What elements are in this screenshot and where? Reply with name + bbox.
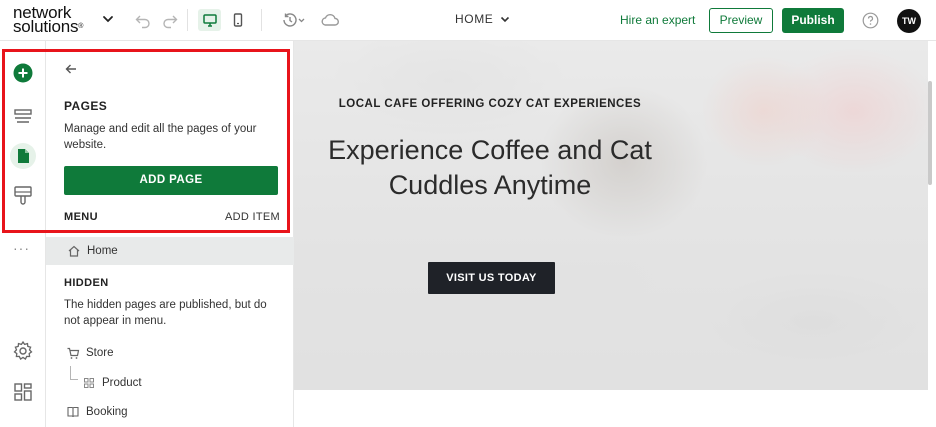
left-rail: ··· — [0, 41, 46, 427]
desktop-icon[interactable] — [201, 11, 219, 29]
cloud-icon[interactable] — [320, 11, 340, 29]
toolbar-divider — [187, 9, 188, 31]
visit-us-button[interactable]: VISIT US TODAY — [428, 262, 555, 294]
brand-logo[interactable]: network solutions® — [13, 4, 84, 36]
chevron-down-icon[interactable] — [101, 12, 115, 26]
theme-brush-icon[interactable] — [11, 183, 35, 207]
cart-icon — [67, 347, 80, 359]
hero-section[interactable]: LOCAL CAFE OFFERING COZY CAT EXPERIENCES… — [294, 41, 928, 390]
list-item[interactable]: Store — [66, 346, 114, 360]
list-item[interactable]: Product — [82, 376, 142, 390]
pages-title: PAGES — [64, 99, 108, 113]
hero-title[interactable]: Experience Coffee and Cat Cuddles Anytim… — [294, 133, 686, 203]
home-icon — [68, 245, 80, 257]
hero-overlay — [294, 41, 928, 390]
tree-connector — [70, 366, 78, 380]
menu-section-label: MENU — [64, 211, 98, 223]
hero-kicker[interactable]: LOCAL CAFE OFFERING COZY CAT EXPERIENCES — [294, 98, 686, 110]
book-icon — [67, 406, 79, 418]
toolbar-divider — [261, 9, 262, 31]
pages-icon[interactable] — [10, 143, 36, 169]
brand-line2: solutions® — [13, 17, 84, 36]
publish-button[interactable]: Publish — [782, 8, 844, 33]
page-selector[interactable]: HOME — [455, 12, 511, 26]
hidden-item-label: Store — [86, 347, 114, 359]
sections-icon[interactable] — [11, 104, 35, 128]
hero-title-line2: Cuddles Anytime — [388, 170, 592, 200]
menu-item-label: Home — [87, 245, 118, 257]
chevron-down-icon — [501, 16, 510, 23]
redo-icon[interactable] — [161, 11, 179, 29]
pages-description: Manage and edit all the pages of your we… — [64, 123, 257, 151]
add-page-button[interactable]: ADD PAGE — [64, 166, 278, 195]
grid-icon — [84, 378, 94, 388]
editor-canvas: LOCAL CAFE OFFERING COZY CAT EXPERIENCES… — [294, 41, 936, 427]
apps-icon[interactable] — [11, 380, 35, 404]
page-selector-label: HOME — [455, 12, 494, 26]
hidden-item-label: Product — [102, 377, 142, 389]
mobile-icon[interactable] — [229, 11, 247, 29]
help-icon[interactable] — [862, 12, 879, 29]
list-item[interactable]: Booking — [66, 405, 128, 419]
hire-expert-link[interactable]: Hire an expert — [620, 13, 695, 27]
hero-title-line1: Experience Coffee and Cat — [328, 135, 652, 165]
hidden-item-label: Booking — [86, 406, 128, 418]
avatar[interactable]: TW — [897, 9, 921, 33]
undo-icon[interactable] — [134, 11, 152, 29]
hidden-section-label: HIDDEN — [64, 277, 109, 289]
preview-button[interactable]: Preview — [709, 8, 773, 33]
list-item[interactable]: Home — [67, 244, 118, 258]
add-circle-icon[interactable] — [11, 61, 35, 85]
add-item-button[interactable]: ADD ITEM — [225, 211, 280, 223]
canvas-scrollbar[interactable] — [928, 81, 932, 185]
back-arrow-icon[interactable] — [64, 62, 78, 76]
history-icon[interactable] — [280, 11, 306, 29]
more-icon[interactable]: ··· — [13, 240, 30, 256]
hidden-description: The hidden pages are published, but do n… — [64, 299, 267, 327]
settings-icon[interactable] — [11, 339, 35, 363]
top-toolbar: network solutions® HOME Hire an expert P… — [0, 0, 936, 41]
